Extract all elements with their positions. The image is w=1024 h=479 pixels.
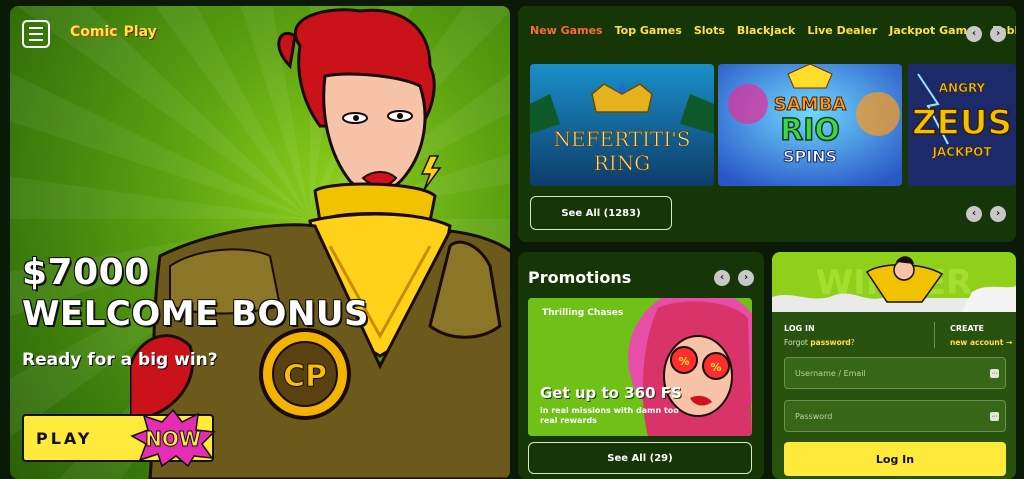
winner-banner: WINNER (772, 252, 1016, 312)
hero-banner: Comic Play CP $7000 WELCOME BONUS Ready … (10, 6, 510, 479)
promo-headline: Get up to 360 FS (540, 384, 682, 402)
tab-new-games[interactable]: New Games (530, 24, 603, 37)
tab-slots[interactable]: Slots (694, 24, 725, 37)
promos-next-arrow-icon[interactable]: › (738, 270, 754, 286)
game-tile-samba-rio-spins[interactable]: SAMBA RIO SPINS (718, 64, 902, 186)
promotions-panel: Promotions ‹ › % % Thrilling Chases Get … (518, 252, 764, 479)
play-now-button[interactable]: PLAY NOW (22, 408, 216, 468)
username-email-field[interactable]: Username / Email ⋯ (784, 357, 1006, 389)
games-next-arrow-icon[interactable]: › (990, 206, 1006, 222)
game-title-bottom: JACKPOT (931, 145, 992, 159)
forgot-prefix: Forgot (784, 338, 808, 347)
password-field[interactable]: Password ⋯ (784, 400, 1006, 432)
login-heading: LOG IN (784, 324, 815, 333)
new-account-link[interactable]: new account → (950, 338, 1012, 347)
password-placeholder: Password (795, 411, 833, 421)
tab-live-dealer[interactable]: Live Dealer (807, 24, 877, 37)
game-title-top: NEFERTITI'S (554, 127, 691, 151)
brand-word-1: Comic (70, 24, 118, 40)
svg-text:%: % (710, 361, 721, 374)
login-divider (934, 322, 935, 348)
autofill-key-icon[interactable]: ⋯ (990, 369, 999, 378)
games-panel: New Games Top Games Slots Blackjack Live… (518, 6, 1016, 242)
game-tile-nefertitis-ring[interactable]: NEFERTITI'S RING (530, 64, 714, 186)
bonus-title: WELCOME BONUS (22, 294, 370, 334)
login-submit-button[interactable]: Log In (784, 442, 1006, 476)
play-label: PLAY (36, 428, 93, 448)
game-title-bottom: RING (594, 151, 650, 175)
hamburger-line-icon (29, 39, 43, 41)
promotions-title: Promotions (528, 268, 632, 287)
bonus-subtitle: Ready for a big win? (22, 350, 218, 370)
game-title-top: ANGRY (939, 81, 986, 95)
promo-card-label: Thrilling Chases (542, 308, 624, 318)
games-tab-bar: New Games Top Games Slots Blackjack Live… (530, 24, 1016, 37)
tabs-prev-arrow-icon[interactable]: ‹ (966, 26, 982, 42)
hamburger-line-icon (29, 33, 43, 35)
promo-card[interactable]: % % Thrilling Chases Get up to 360 FS in… (528, 298, 752, 436)
tab-top-games[interactable]: Top Games (615, 24, 682, 37)
see-all-games-button[interactable]: See All (1283) (530, 196, 672, 230)
promo-description: in real missions with damn too real rewa… (540, 406, 679, 425)
menu-button[interactable] (22, 20, 50, 48)
promos-prev-arrow-icon[interactable]: ‹ (714, 270, 730, 286)
now-label: NOW (145, 427, 201, 451)
hamburger-line-icon (29, 27, 43, 29)
game-title-top: SAMBA (774, 94, 847, 115)
svg-text:%: % (678, 355, 689, 368)
see-all-promotions-button[interactable]: See All (29) (528, 442, 752, 474)
forgot-password-link[interactable]: password (810, 338, 851, 347)
tabs-next-arrow-icon[interactable]: › (990, 26, 1006, 42)
create-heading: CREATE (950, 324, 984, 333)
login-panel: WINNER LOG IN Forgot password? CREATE ne… (772, 252, 1016, 479)
now-burst-icon: NOW (130, 408, 216, 468)
forgot-suffix: ? (850, 338, 855, 347)
games-prev-arrow-icon[interactable]: ‹ (966, 206, 982, 222)
bonus-amount: $7000 (22, 252, 150, 293)
emblem-text: CP (283, 359, 327, 394)
tab-blackjack[interactable]: Blackjack (737, 24, 795, 37)
game-tile-angry-zeus-jackpot[interactable]: ANGRY ZEUS JACKPOT (908, 64, 1016, 186)
game-title-bottom: SPINS (783, 147, 837, 166)
game-title-mid: RIO (780, 113, 840, 148)
forgot-password-line: Forgot password? (784, 338, 855, 347)
username-placeholder: Username / Email (795, 368, 866, 378)
game-title-mid: ZEUS (912, 103, 1012, 143)
autofill-key-icon[interactable]: ⋯ (990, 412, 999, 421)
